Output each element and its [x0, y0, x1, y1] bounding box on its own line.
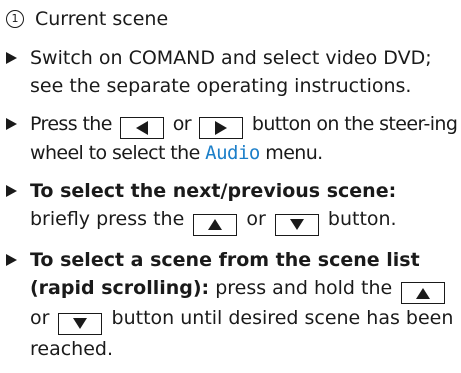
bullet-arrow-icon — [6, 118, 17, 130]
caption-text: Current scene — [35, 8, 169, 30]
step-heading: To select the next/previous scene: — [30, 180, 397, 202]
step-text: Switch on COMAND and select video DVD; s… — [30, 47, 432, 97]
instruction-page: 1 Current scene Switch on COMAND and sel… — [4, 4, 458, 373]
bullet-arrow-icon — [6, 52, 17, 64]
or-text: or — [246, 208, 266, 230]
figure-caption: 1 Current scene — [4, 4, 458, 34]
or-text: or — [172, 113, 192, 135]
bullet-arrow-icon — [6, 253, 17, 266]
step-select-audio-menu: Press the or button on the steer-ing whe… — [4, 110, 458, 167]
right-arrow-key-icon — [199, 117, 244, 139]
step-text-before: press and hold the — [215, 276, 393, 299]
step-text-before: briefly press the — [30, 208, 185, 230]
down-arrow-key-icon — [58, 312, 103, 335]
left-arrow-key-icon — [120, 117, 165, 139]
step-scene-list: To select a scene from the scene list (r… — [4, 246, 458, 363]
step-switch-on: Switch on COMAND and select video DVD; s… — [4, 44, 458, 100]
audio-menu-label: Audio — [205, 142, 260, 164]
step-text-end: menu. — [265, 142, 323, 164]
step-text-before: Press the — [30, 113, 112, 135]
up-arrow-key-icon — [401, 282, 446, 304]
or-text: or — [30, 307, 50, 329]
step-text-after: button. — [327, 208, 397, 230]
down-arrow-key-icon — [274, 213, 319, 236]
up-arrow-key-icon — [193, 213, 238, 236]
bullet-arrow-icon — [6, 185, 17, 197]
step-next-previous-scene: To select the next/previous scene: brief… — [4, 177, 458, 236]
callout-number: 1 — [6, 10, 24, 28]
